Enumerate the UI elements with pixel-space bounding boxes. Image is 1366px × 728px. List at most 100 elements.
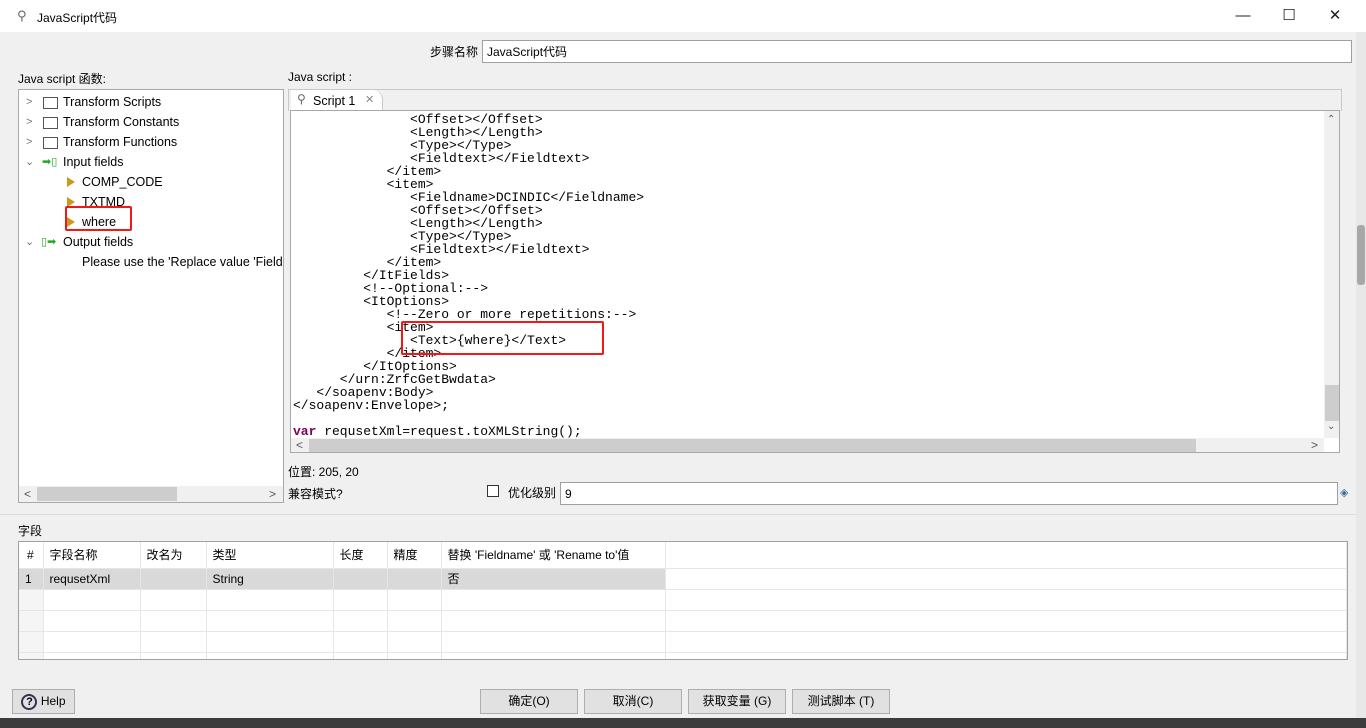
functions-tree[interactable]: > Transform Scripts > Transform Constants …: [18, 89, 284, 503]
editor-horizontal-scrollbar[interactable]: < >: [291, 438, 1324, 452]
table-cell[interactable]: [206, 631, 334, 653]
scroll-up-icon[interactable]: ⌃: [1327, 114, 1335, 125]
table-cell: [665, 568, 1347, 590]
chevron-right-icon: >: [26, 116, 33, 128]
code-line: </soapenv:Envelope>;: [293, 398, 450, 413]
column-header[interactable]: 长度: [333, 542, 388, 569]
table-cell: [665, 631, 1347, 653]
code-content[interactable]: <Offset></Offset> <Length></Length> <Typ…: [293, 113, 644, 438]
table-cell[interactable]: [387, 568, 442, 590]
code-line: var requsetXml=request.toXMLString();: [293, 425, 644, 438]
tree-horizontal-scrollbar[interactable]: < >: [19, 486, 283, 502]
table-cell[interactable]: [387, 589, 442, 611]
scroll-right-icon[interactable]: >: [269, 487, 276, 501]
functions-label: Java script 函数:: [18, 72, 107, 86]
table-cell[interactable]: [333, 652, 388, 659]
column-header[interactable]: 替换 'Fieldname' 或 'Rename to'值: [441, 542, 666, 569]
table-cell[interactable]: String: [206, 568, 334, 590]
table-cell[interactable]: [333, 631, 388, 653]
script-editor[interactable]: <Offset></Offset> <Length></Length> <Typ…: [290, 110, 1340, 453]
table-row[interactable]: [19, 631, 1347, 653]
tab-script-1[interactable]: ⚲ Script 1 ✕: [291, 90, 383, 112]
output-fields-icon: ▯➡: [41, 236, 57, 248]
variable-icon[interactable]: ◈: [1340, 486, 1348, 499]
table-cell[interactable]: [206, 610, 334, 632]
table-cell[interactable]: [19, 589, 44, 611]
table-cell[interactable]: [19, 631, 44, 653]
table-row[interactable]: [19, 610, 1347, 632]
step-name-input[interactable]: [482, 40, 1352, 63]
folder-icon: [43, 97, 58, 109]
minimize-button[interactable]: —: [1220, 0, 1266, 32]
ok-button[interactable]: 确定(O): [480, 689, 578, 714]
table-cell[interactable]: [19, 610, 44, 632]
table-cell[interactable]: [206, 589, 334, 611]
folder-icon: [43, 137, 58, 149]
table-cell[interactable]: requsetXml: [43, 568, 141, 590]
table-cell[interactable]: [43, 589, 141, 611]
column-header[interactable]: 改名为: [140, 542, 207, 569]
step-name-label: 步骤名称: [430, 45, 479, 59]
table-row[interactable]: [19, 652, 1347, 659]
table-cell[interactable]: [441, 610, 666, 632]
table-cell[interactable]: [140, 589, 207, 611]
help-button[interactable]: ? Help: [12, 689, 75, 714]
scroll-down-icon[interactable]: ⌄: [1327, 421, 1335, 432]
maximize-button[interactable]: ☐: [1266, 0, 1312, 32]
table-cell[interactable]: [140, 652, 207, 659]
scrollbar-thumb[interactable]: [1325, 385, 1339, 421]
cancel-button[interactable]: 取消(C): [584, 689, 682, 714]
table-cell[interactable]: [333, 589, 388, 611]
scrollbar-thumb[interactable]: [37, 487, 177, 501]
window-scrollbar[interactable]: [1356, 32, 1366, 718]
highlight-box: [65, 206, 132, 231]
table-cell[interactable]: [387, 652, 442, 659]
scroll-right-icon[interactable]: >: [1311, 438, 1318, 452]
table-cell[interactable]: [19, 652, 44, 659]
table-cell[interactable]: [140, 631, 207, 653]
table-cell[interactable]: [43, 631, 141, 653]
table-cell[interactable]: [43, 610, 141, 632]
cursor-position: 位置: 205, 20: [288, 465, 359, 479]
scrollbar-thumb[interactable]: [309, 439, 1196, 452]
table-cell[interactable]: [387, 631, 442, 653]
close-button[interactable]: ✕: [1312, 0, 1358, 32]
table-cell[interactable]: [387, 610, 442, 632]
chevron-down-icon: ⌄: [25, 236, 35, 248]
scroll-left-icon[interactable]: <: [24, 487, 31, 501]
scroll-left-icon[interactable]: <: [296, 438, 303, 452]
column-header[interactable]: #: [19, 542, 44, 569]
optimization-input[interactable]: [560, 482, 1338, 505]
table-row[interactable]: [19, 589, 1347, 611]
table-cell[interactable]: 1: [19, 568, 44, 590]
table-cell[interactable]: [43, 652, 141, 659]
table-cell[interactable]: [441, 652, 666, 659]
column-header[interactable]: 精度: [387, 542, 442, 569]
script-label: Java script :: [288, 70, 353, 84]
fields-table[interactable]: # 字段名称 改名为 类型 长度 精度 替换 'Fieldname' 或 'Rename t…: [18, 541, 1348, 660]
scrollbar-thumb[interactable]: [1357, 225, 1365, 285]
table-cell[interactable]: [206, 652, 334, 659]
close-tab-icon[interactable]: ✕: [365, 93, 374, 106]
table-cell[interactable]: [441, 631, 666, 653]
table-cell: [665, 589, 1347, 611]
column-header[interactable]: 类型: [206, 542, 334, 569]
app-icon: ⚲: [17, 8, 27, 23]
table-row[interactable]: 1 requsetXml String 否: [19, 568, 1347, 590]
column-header[interactable]: 字段名称: [43, 542, 141, 569]
editor-vertical-scrollbar[interactable]: ⌃ ⌄: [1324, 111, 1339, 438]
table-cell[interactable]: [140, 568, 207, 590]
table-cell[interactable]: [333, 610, 388, 632]
chevron-right-icon: >: [26, 96, 33, 108]
chevron-right-icon: >: [26, 136, 33, 148]
table-cell[interactable]: [441, 589, 666, 611]
table-cell[interactable]: 否: [441, 568, 666, 590]
get-variables-button[interactable]: 获取变量 (G): [688, 689, 786, 714]
table-cell[interactable]: [333, 568, 388, 590]
code-text: requsetXml=request.toXMLString();: [316, 424, 582, 439]
chevron-down-icon: ⌄: [25, 156, 35, 168]
test-script-button[interactable]: 测试脚本 (T): [792, 689, 890, 714]
compat-mode-checkbox[interactable]: [487, 485, 499, 497]
script-icon: ⚲: [297, 92, 306, 106]
table-cell[interactable]: [140, 610, 207, 632]
